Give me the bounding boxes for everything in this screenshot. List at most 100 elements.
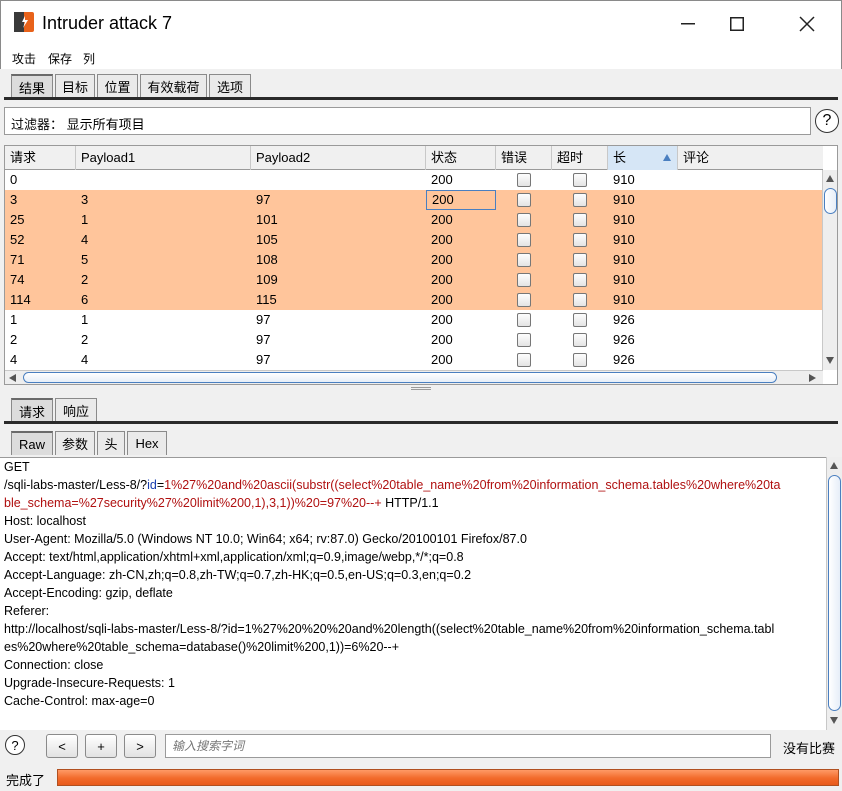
tab-raw[interactable]: Raw [11,431,53,455]
tab-results[interactable]: 结果 [11,74,53,98]
cell-request: 4 [10,352,18,367]
cell-length: 926 [613,332,635,347]
raw-header: http://localhost/sqli-labs-master/Less-8… [4,622,775,636]
timeout-checkbox[interactable] [573,193,587,207]
error-checkbox[interactable] [517,233,531,247]
tab-hex[interactable]: Hex [127,431,167,455]
col-comment[interactable]: 评论 [678,146,823,170]
tab-target[interactable]: 目标 [55,74,95,98]
previous-match-button[interactable]: < [46,734,78,758]
cell-length: 910 [613,252,635,267]
raw-header: Cache-Control: max-age=0 [4,694,155,708]
split-pane-handle[interactable] [411,387,431,390]
error-checkbox[interactable] [517,213,531,227]
cell-status: 200 [431,312,453,327]
tab-options[interactable]: 选项 [209,74,251,98]
error-checkbox[interactable] [517,173,531,187]
raw-request-editor[interactable]: GET /sqli-labs-master/Less-8/?id=1%27%20… [0,457,826,730]
add-search-button[interactable]: + [85,734,117,758]
scroll-up-icon[interactable] [830,462,838,469]
error-checkbox[interactable] [517,273,531,287]
col-timeout[interactable]: 超时 [552,146,608,170]
scroll-down-icon[interactable] [830,717,838,724]
menu-columns[interactable]: 列 [83,50,95,67]
raw-header: es%20where%20table_schema=database()%20l… [4,640,400,654]
table-header: 请求 Payload1 Payload2 状态 错误 超时 长 评论 [5,146,823,170]
cell-status: 200 [431,172,453,187]
match-count-label: 没有比赛 [783,741,836,756]
col-error[interactable]: 错误 [496,146,552,170]
table-row[interactable]: 0 200 910 [5,170,823,190]
menu-save[interactable]: 保存 [48,50,72,67]
error-checkbox[interactable] [517,253,531,267]
maximize-button[interactable] [714,1,760,46]
raw-scroll-thumb[interactable] [828,475,841,711]
col-status[interactable]: 状态 [426,146,496,170]
scroll-down-icon[interactable] [826,357,834,364]
scroll-up-icon[interactable] [826,175,834,182]
error-checkbox[interactable] [517,353,531,367]
tab-headers[interactable]: 头 [97,431,125,455]
timeout-checkbox[interactable] [573,273,587,287]
table-row[interactable]: 25 1 101 200 910 [5,210,823,230]
col-payload2[interactable]: Payload2 [251,146,426,170]
filter-bar[interactable]: 过滤器： 显示所有项目 [4,107,811,135]
minimize-button[interactable] [665,1,711,46]
table-row[interactable]: 3 3 97 200 910 [5,190,823,210]
table-row[interactable]: 52 4 105 200 910 [5,230,823,250]
table-row[interactable]: 2 2 97 200 926 [5,330,823,350]
tab-response[interactable]: 响应 [55,398,97,422]
col-request[interactable]: 请求 [5,146,76,170]
cell-payload1 [76,170,81,190]
timeout-checkbox[interactable] [573,173,587,187]
close-button[interactable] [784,1,830,46]
raw-header: Referer: [4,604,50,618]
timeout-checkbox[interactable] [573,233,587,247]
raw-vertical-scrollbar[interactable] [826,457,842,730]
cell-length: 910 [613,172,635,187]
tab-payloads[interactable]: 有效载荷 [140,74,207,98]
tab-positions[interactable]: 位置 [97,74,138,98]
col-payload1[interactable]: Payload1 [76,146,251,170]
table-vertical-scrollbar[interactable] [822,170,837,370]
error-checkbox[interactable] [517,333,531,347]
table-row[interactable]: 74 2 109 200 910 [5,270,823,290]
table-row[interactable]: 114 6 115 200 910 [5,290,823,310]
cell-length: 910 [613,192,635,207]
cell-payload1: 1 [81,212,89,227]
error-checkbox[interactable] [517,193,531,207]
menu-attack[interactable]: 攻击 [12,50,36,67]
cell-status: 200 [426,190,496,210]
timeout-checkbox[interactable] [573,333,587,347]
table-scroll-thumb[interactable] [824,188,837,214]
timeout-checkbox[interactable] [573,253,587,267]
scroll-left-icon[interactable] [9,374,16,382]
table-horizontal-scrollbar[interactable] [5,370,823,384]
tab-params[interactable]: 参数 [55,431,95,455]
error-checkbox[interactable] [517,293,531,307]
search-input[interactable] [165,734,771,758]
search-help-icon[interactable]: ? [5,735,25,755]
col-length[interactable]: 长 [608,146,678,170]
next-match-button[interactable]: > [124,734,156,758]
table-hscroll-thumb[interactable] [23,372,777,383]
cell-length: 910 [613,292,635,307]
raw-header: Upgrade-Insecure-Requests: 1 [4,676,175,690]
cell-length: 926 [613,352,635,367]
error-checkbox[interactable] [517,313,531,327]
timeout-checkbox[interactable] [573,213,587,227]
cell-payload1: 4 [81,232,89,247]
filter-label: 过滤器： 显示所有项目 [11,117,145,132]
table-row[interactable]: 71 5 108 200 910 [5,250,823,270]
table-row[interactable]: 4 4 97 200 926 [5,350,823,370]
timeout-checkbox[interactable] [573,353,587,367]
scroll-right-icon[interactable] [809,374,816,382]
cell-status: 200 [431,252,453,267]
table-row[interactable]: 1 1 97 200 926 [5,310,823,330]
tab-request[interactable]: 请求 [11,398,53,422]
timeout-checkbox[interactable] [573,293,587,307]
timeout-checkbox[interactable] [573,313,587,327]
help-icon[interactable]: ? [815,109,839,133]
cell-payload1: 1 [81,312,89,327]
cell-request: 0 [10,172,18,187]
